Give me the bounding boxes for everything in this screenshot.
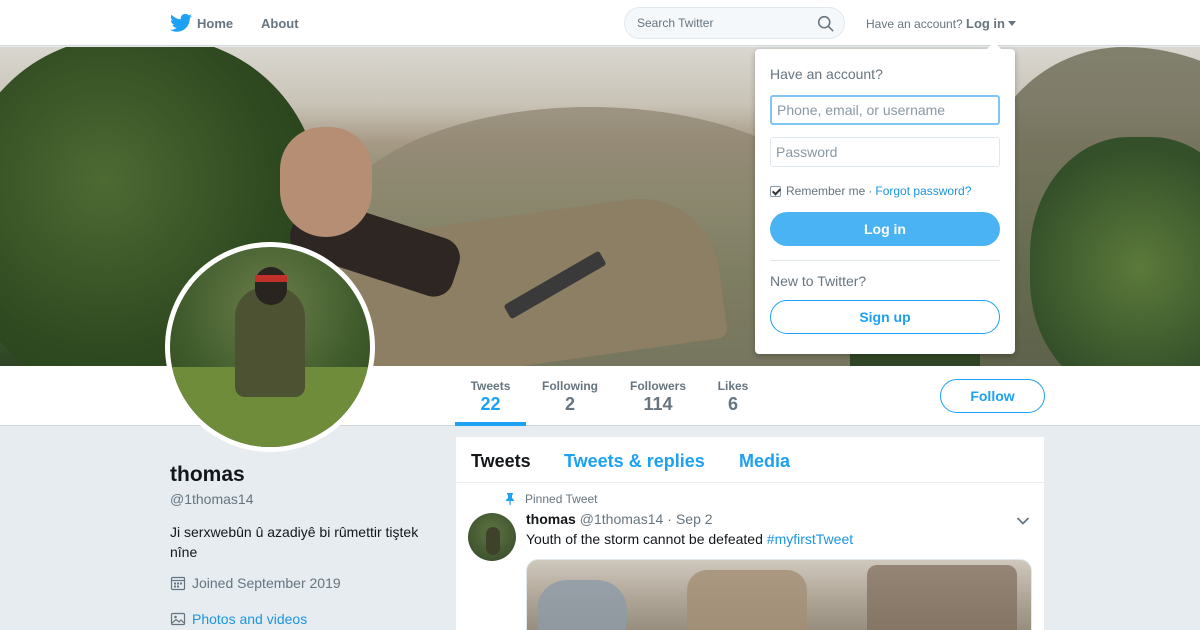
photos-videos-label[interactable]: Photos and videos bbox=[192, 611, 307, 627]
joined-text: Joined September 2019 bbox=[192, 575, 341, 591]
stat-label: Tweets bbox=[470, 379, 511, 393]
search-box[interactable] bbox=[624, 7, 845, 39]
tweet-body: Youth of the storm cannot be defeated bbox=[526, 531, 763, 547]
dropdown-title: Have an account? bbox=[770, 66, 883, 82]
pinned-tweet-label: Pinned Tweet bbox=[525, 492, 598, 506]
pin-icon bbox=[506, 493, 514, 505]
stat-value: 22 bbox=[480, 394, 501, 414]
image-icon bbox=[170, 612, 186, 626]
nav-home-link[interactable]: Home bbox=[197, 16, 233, 31]
avatar-figure-headband bbox=[255, 275, 287, 282]
media-region bbox=[687, 570, 807, 630]
login-button[interactable]: Log in bbox=[770, 212, 1000, 246]
avatar-figure-head bbox=[255, 267, 287, 305]
stat-value: 2 bbox=[564, 394, 575, 414]
tab-tweets-replies[interactable]: Tweets & replies bbox=[564, 451, 705, 472]
tweet-author-name[interactable]: thomas bbox=[526, 511, 576, 527]
profile-avatar[interactable] bbox=[165, 242, 375, 452]
pinned-label-row: Pinned Tweet bbox=[504, 492, 598, 506]
have-account-text: Have an account? bbox=[866, 17, 963, 31]
tweet-date[interactable]: Sep 2 bbox=[676, 511, 713, 527]
tweet-hashtag[interactable]: #myfirstTweet bbox=[767, 531, 853, 547]
media-region bbox=[867, 565, 1017, 630]
profile-name[interactable]: thomas bbox=[170, 463, 245, 487]
tweet-dot: · bbox=[667, 511, 672, 527]
follow-button[interactable]: Follow bbox=[940, 379, 1045, 413]
timeline: Tweets Tweets & replies Media Pinned Twe… bbox=[456, 437, 1044, 630]
profile-handle[interactable]: @1thomas14 bbox=[170, 491, 253, 507]
chevron-down-icon[interactable] bbox=[1016, 516, 1030, 526]
media-region bbox=[537, 580, 627, 630]
search-icon[interactable] bbox=[817, 15, 834, 32]
new-to-twitter-text: New to Twitter? bbox=[770, 273, 867, 289]
separator-dot: · bbox=[868, 184, 873, 198]
stat-tweets[interactable]: Tweets 22 bbox=[455, 366, 526, 426]
stat-label: Followers bbox=[629, 379, 686, 393]
caret-down-icon[interactable] bbox=[1008, 21, 1016, 26]
tweet-header: thomas @1thomas14 · Sep 2 bbox=[526, 511, 713, 527]
avatar-image bbox=[170, 247, 370, 447]
tweet-author-handle[interactable]: @1thomas14 bbox=[580, 511, 663, 527]
password-field[interactable] bbox=[770, 137, 1000, 167]
photos-videos-link[interactable]: Photos and videos bbox=[170, 611, 307, 627]
tab-tweets[interactable]: Tweets bbox=[471, 451, 531, 472]
stat-likes[interactable]: Likes 6 bbox=[713, 366, 753, 426]
login-dropdown: Have an account? Remember me · Forgot pa… bbox=[755, 42, 1015, 354]
username-field[interactable] bbox=[770, 95, 1000, 125]
calendar-icon bbox=[170, 576, 186, 591]
tweet-media[interactable] bbox=[526, 559, 1032, 630]
remember-me-label[interactable]: Remember me bbox=[786, 184, 865, 198]
stat-label: Following bbox=[542, 379, 598, 393]
twitter-bird-icon[interactable] bbox=[170, 13, 192, 33]
stat-followers[interactable]: Followers 114 bbox=[625, 366, 691, 426]
stat-following[interactable]: Following 2 bbox=[538, 366, 602, 426]
tweet-avatar[interactable] bbox=[468, 513, 516, 561]
profile-bio: Ji serxwebûn û azadiyê bi rûmettir tişte… bbox=[170, 524, 419, 560]
stat-value: 114 bbox=[643, 394, 673, 414]
tweet-text: Youth of the storm cannot be defeated #m… bbox=[526, 531, 853, 547]
timeline-tabs: Tweets Tweets & replies Media bbox=[456, 437, 1044, 483]
stat-value: 6 bbox=[727, 394, 738, 414]
top-nav-bar: Home About Have an account? Log in bbox=[0, 0, 1200, 46]
tab-media[interactable]: Media bbox=[739, 451, 790, 472]
profile-joined: Joined September 2019 bbox=[170, 575, 341, 591]
login-dropdown-toggle[interactable]: Log in bbox=[966, 16, 1005, 31]
dropdown-arrow bbox=[987, 42, 1001, 49]
remember-me-checkbox[interactable] bbox=[770, 185, 781, 197]
signup-button[interactable]: Sign up bbox=[770, 300, 1000, 334]
divider bbox=[770, 260, 1000, 261]
forgot-password-link[interactable]: Forgot password? bbox=[875, 184, 971, 198]
banner-figure-head bbox=[280, 127, 372, 237]
search-input[interactable] bbox=[637, 16, 807, 30]
nav-about-link[interactable]: About bbox=[261, 16, 299, 31]
stat-label: Likes bbox=[717, 379, 749, 393]
remember-row: Remember me · Forgot password? bbox=[770, 184, 971, 198]
